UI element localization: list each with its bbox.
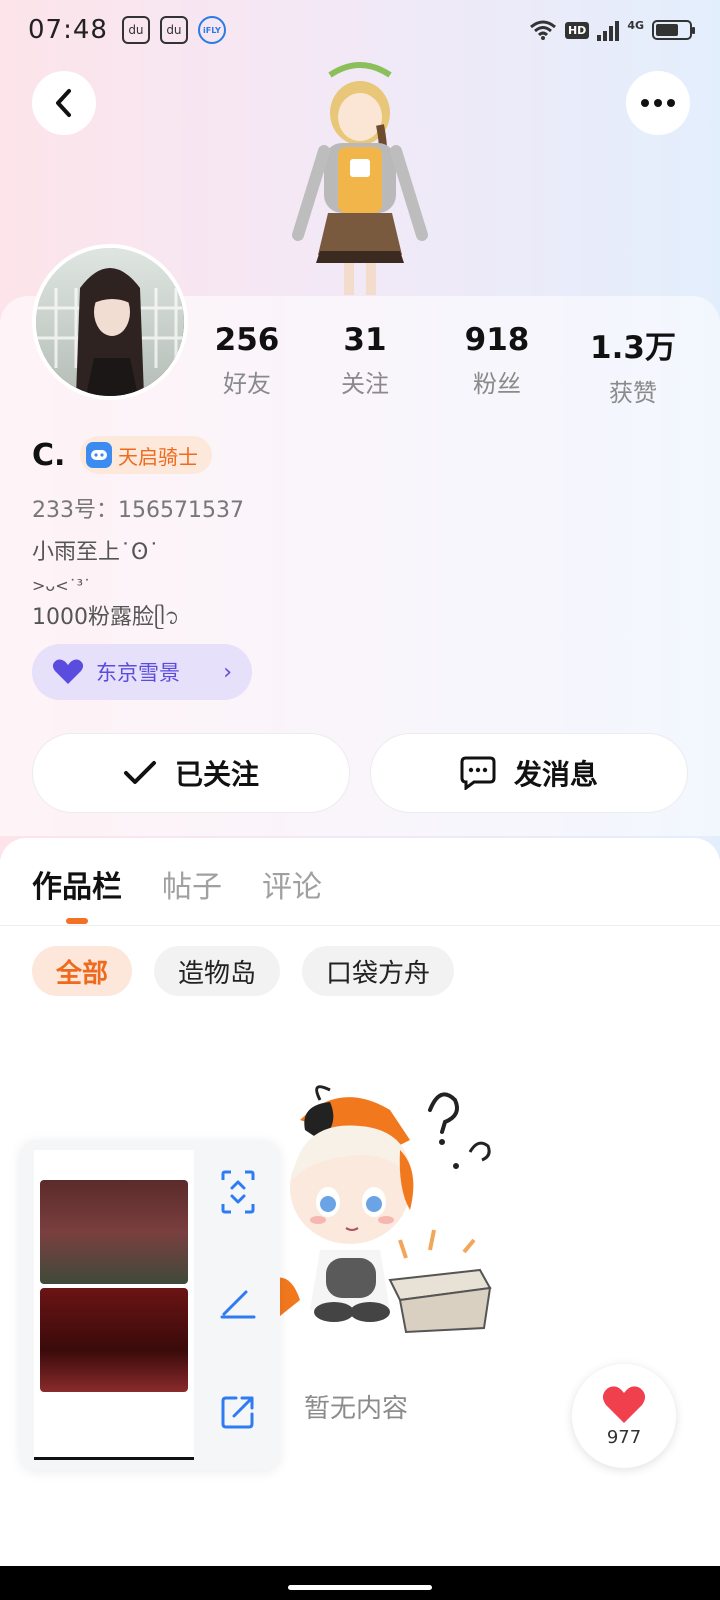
more-options-button[interactable] (626, 71, 690, 135)
stat-label: 好友 (223, 370, 271, 398)
chevron-left-icon (56, 89, 71, 117)
tab-comments[interactable]: 评论 (262, 862, 322, 906)
system-nav-bar (0, 1566, 720, 1600)
like-button[interactable]: 977 (572, 1364, 676, 1468)
active-tab-indicator (66, 918, 88, 924)
status-bar: 07:48 du du iFLY HD 4G (0, 0, 720, 60)
profile-stats: 256 好友 31 关注 918 粉丝 1.3万 获赞 (200, 322, 700, 407)
stat-following[interactable]: 31 关注 (305, 322, 425, 399)
tab-works[interactable]: 作品栏 (32, 862, 122, 906)
thumb-image (40, 1180, 188, 1284)
network-type: 4G (627, 19, 644, 32)
ifly-app-icon: iFLY (197, 16, 226, 44)
paw-app-icon: du (159, 16, 188, 44)
bio-text: 小雨至上˙ʘ˙ >ᴗ<˙³˙ 1000粉露脸ᥫ᭡ (32, 537, 179, 634)
back-button[interactable] (32, 71, 96, 135)
status-indicators: HD 4G (529, 19, 695, 41)
filter-chips: 全部 造物岛 口袋方舟 (32, 946, 455, 996)
tag-label: 东京雪景 (96, 661, 180, 685)
filter-pocket-ark[interactable]: 口袋方舟 (302, 946, 455, 996)
status-time: 07:48 (28, 15, 108, 45)
send-message-button[interactable]: 发消息 (370, 733, 688, 813)
stat-label: 关注 (341, 370, 389, 398)
tab-divider (0, 925, 720, 926)
stat-value: 918 (464, 322, 530, 358)
hd-icon: HD (564, 21, 590, 39)
content-tabs: 作品栏 帖子 评论 (32, 862, 322, 906)
status-app-icons: du du iFLY (121, 16, 226, 44)
like-count: 977 (606, 1426, 642, 1448)
bio-line: >ᴗ<˙³˙ (32, 576, 92, 595)
gamepad-icon (86, 442, 112, 468)
stat-friends[interactable]: 256 好友 (187, 322, 307, 399)
character-figure-image (292, 62, 428, 295)
bio-line: 小雨至上˙ʘ˙ (32, 540, 160, 565)
share-icon (221, 1396, 254, 1429)
empty-state-illustration (270, 1085, 492, 1334)
stat-likes[interactable]: 1.3万 获赞 (573, 322, 693, 408)
stat-value: 31 (343, 322, 387, 358)
long-screenshot-button[interactable] (216, 1170, 260, 1214)
bio-line: 1000粉露脸ᥫ᭡ (32, 605, 180, 630)
tab-posts[interactable]: 帖子 (162, 862, 222, 906)
stat-value: 1.3万 (590, 330, 676, 366)
more-dots-icon (641, 99, 675, 107)
stat-value: 256 (214, 322, 280, 358)
stat-fans[interactable]: 918 粉丝 (437, 322, 557, 399)
filter-all[interactable]: 全部 (32, 946, 133, 996)
stat-label: 粉丝 (473, 370, 521, 398)
message-label: 发消息 (513, 758, 598, 791)
followed-button[interactable]: 已关注 (32, 733, 350, 813)
screenshot-thumbnail[interactable] (34, 1150, 194, 1460)
avatar[interactable] (32, 244, 188, 400)
heart-icon (602, 1385, 646, 1423)
signal-icon (597, 19, 620, 41)
scroll-capture-icon (221, 1170, 255, 1214)
chat-bubble-icon (460, 756, 496, 790)
user-id[interactable]: 233号：156571537 (32, 492, 244, 524)
wifi-icon (530, 20, 556, 40)
paw-app-icon: du (121, 16, 150, 44)
thumb-text (34, 1172, 194, 1176)
user-title-badge[interactable]: 天启骑士 (80, 436, 212, 474)
heart-icon (52, 659, 84, 684)
chevron-right-icon: › (223, 659, 232, 685)
share-screenshot-button[interactable] (216, 1390, 260, 1434)
username: C. (32, 438, 66, 473)
pencil-icon (220, 1290, 256, 1319)
screenshot-preview-panel (20, 1140, 280, 1470)
check-icon (123, 761, 156, 784)
badge-label: 天启骑士 (118, 444, 198, 469)
followed-label: 已关注 (174, 758, 259, 791)
location-tag[interactable]: 东京雪景 › (32, 644, 252, 700)
stat-label: 获赞 (609, 379, 657, 407)
user-photo (36, 248, 184, 396)
thumb-status (34, 1150, 194, 1168)
thumb-image (40, 1288, 188, 1392)
empty-state-text: 暂无内容 (304, 1394, 409, 1424)
battery-icon (652, 20, 695, 40)
filter-creation-island[interactable]: 造物岛 (154, 946, 281, 996)
home-indicator[interactable] (288, 1585, 432, 1590)
edit-screenshot-button[interactable] (216, 1280, 260, 1324)
screenshot-tools (216, 1170, 260, 1434)
